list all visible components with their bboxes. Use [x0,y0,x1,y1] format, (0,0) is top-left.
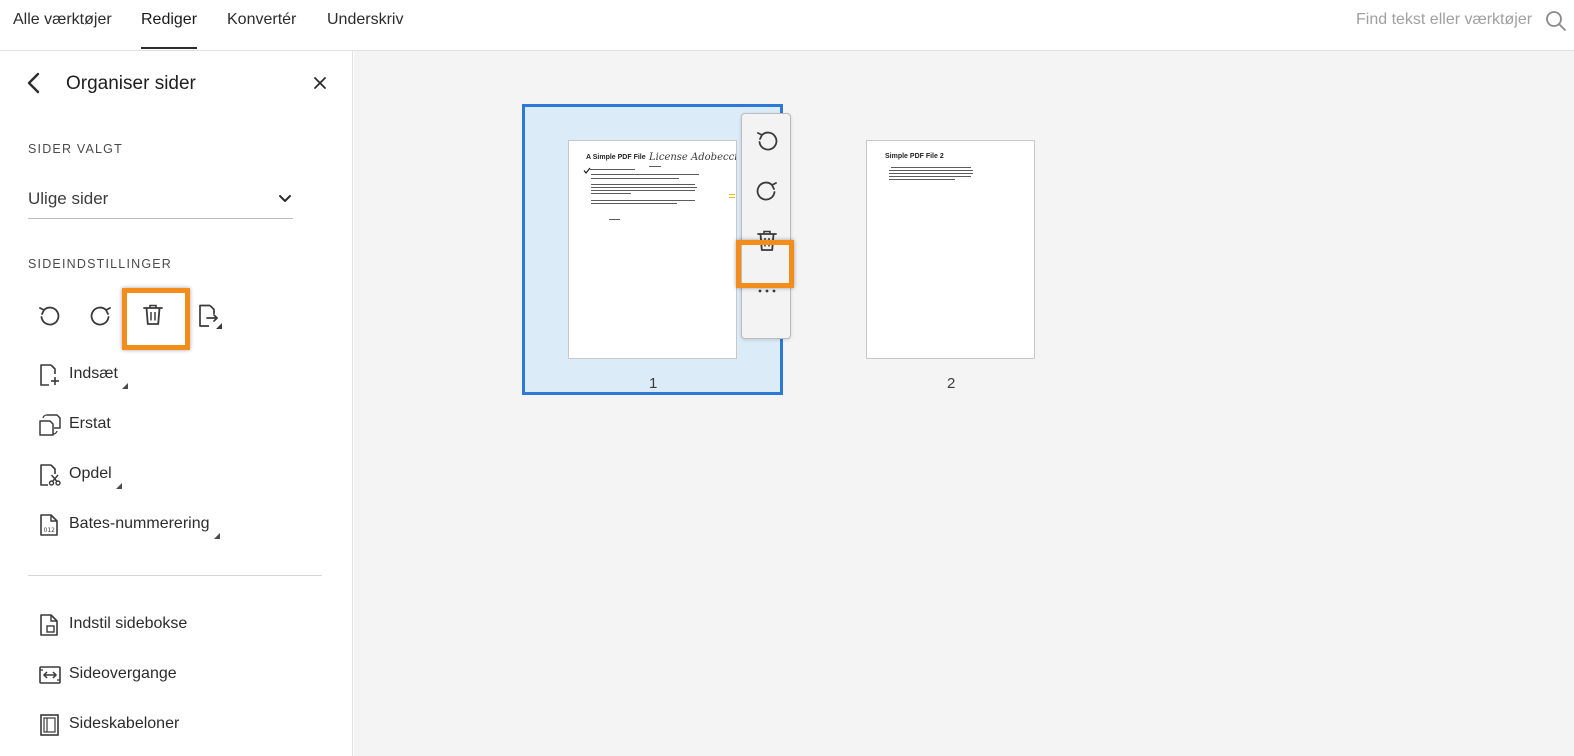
page-1-signature: License Adobecci [649,152,737,163]
page-transition-icon [39,666,61,684]
rotate-left-icon[interactable] [36,303,62,329]
page-box-icon [40,614,58,636]
menu-item-bates-numbering[interactable]: 012 Bates-nummerering [38,511,228,539]
tab-edit[interactable]: Rediger [141,11,197,29]
page-range-dropdown[interactable]: Ulige sider [28,179,293,219]
back-button[interactable] [22,71,46,95]
extract-pages-icon[interactable] [196,303,222,329]
menu-item-set-page-boxes[interactable]: Indstil sidebokse [38,611,198,639]
bates-numbering-icon: 012 [40,514,58,536]
menu-label-page-templates: Sideskabeloner [69,715,180,732]
page-thumbnail-1[interactable]: A Simple PDF File License Adobecci [568,140,737,359]
close-icon[interactable] [312,75,328,91]
menu-label-split: Opdel [69,465,112,482]
tab-convert[interactable]: Konvertér [227,11,296,29]
chevron-down-icon [279,195,291,202]
organize-pages-panel: Organiser sider SIDER VALGT Ulige sider … [0,51,353,756]
replace-page-icon [39,414,61,436]
search-input[interactable]: Find tekst eller værktøjer [1356,11,1532,29]
menu-label-page-transitions: Sideovergange [69,665,177,682]
menu-label-insert: Indsæt [69,365,118,382]
page-range-value: Ulige sider [28,189,109,208]
submenu-indicator [214,533,220,539]
page-settings-label: SIDEINDSTILLINGER [28,257,173,271]
page-1-title: A Simple PDF File [586,154,646,161]
insert-page-icon [40,364,59,386]
rotate-right-icon[interactable] [754,178,780,204]
tab-sign[interactable]: Underskriv [327,11,403,29]
menu-item-page-transitions[interactable]: Sideovergange [38,661,183,689]
panel-divider [28,575,322,576]
menu-label-replace: Erstat [69,415,111,432]
page-thumbnail-2[interactable]: Simple PDF File 2 [866,140,1035,359]
pages-selected-label: SIDER VALGT [28,142,123,156]
submenu-indicator [116,483,122,489]
menu-label-bates-numbering: Bates-nummerering [69,515,210,532]
page-2-title: Simple PDF File 2 [885,153,944,160]
top-menu-bar: Alle værktøjer Rediger Konvertér Undersk… [0,0,1574,51]
menu-item-replace[interactable]: Erstat [38,411,128,439]
more-icon[interactable] [754,278,780,304]
submenu-indicator [122,383,128,389]
rotate-right-icon[interactable] [88,303,114,329]
tab-all-tools[interactable]: Alle værktøjer [13,11,112,29]
menu-item-page-templates[interactable]: Sideskabeloner [38,711,188,739]
trash-icon[interactable] [140,302,166,328]
split-page-icon [40,464,61,486]
page-actions-toolbar [741,113,791,339]
panel-title: Organiser sider [66,73,196,94]
menu-label-set-page-boxes: Indstil sidebokse [69,615,188,632]
page-thumbnails-area: A Simple PDF File License Adobecci 1 Sim… [354,51,1574,756]
menu-item-insert[interactable]: Indsæt [38,361,138,389]
svg-text:012: 012 [44,527,56,534]
rotate-left-icon[interactable] [754,128,780,154]
menu-item-split[interactable]: Opdel [38,461,133,489]
active-tab-indicator [141,47,197,49]
trash-icon[interactable] [754,228,780,254]
page-number-2: 2 [947,375,956,392]
search-icon[interactable] [1544,9,1568,33]
page-template-icon [40,714,59,736]
page-number-1: 1 [649,375,658,392]
